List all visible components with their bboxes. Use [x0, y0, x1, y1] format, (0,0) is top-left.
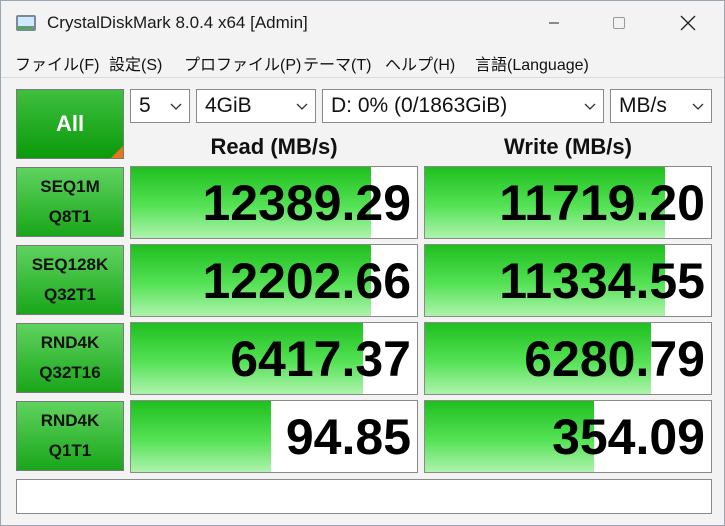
menu-settings[interactable]: 設定(S): [109, 51, 162, 75]
close-icon: [680, 15, 696, 31]
menu-theme[interactable]: テーマ(T): [303, 51, 371, 75]
write-column-header: Write (MB/s): [504, 134, 632, 159]
test-name: RND4K: [40, 411, 100, 430]
drive-value: D: 0% (0/1863GiB): [331, 94, 508, 117]
crystaldiskmark-icon: [16, 15, 36, 31]
write-value: 11719.20: [499, 174, 705, 231]
read-value: 12389.29: [202, 174, 411, 231]
read-result-box: 12202.66: [130, 244, 418, 317]
test-queue: Q8T1: [48, 207, 92, 226]
test-name: RND4K: [40, 333, 100, 352]
corner-marker: [111, 146, 123, 158]
menu-profile[interactable]: プロファイル(P): [184, 51, 301, 75]
write-result-box: 11719.20: [424, 166, 712, 239]
write-result-box: 354.09: [424, 400, 712, 473]
menu-bar: ファイル(F) 設定(S) プロファイル(P) テーマ(T) ヘルプ(H) 言語…: [1, 47, 724, 77]
read-result-box: 12389.29: [130, 166, 418, 239]
test-name: SEQ128K: [31, 255, 109, 274]
read-value: 12202.66: [202, 252, 411, 309]
test-queue: Q32T16: [39, 363, 101, 382]
test-count-select[interactable]: 5: [130, 89, 190, 123]
chevron-down-icon: [170, 103, 182, 110]
test-size-select[interactable]: 4GiB: [196, 89, 316, 123]
read-value: 94.85: [285, 408, 411, 465]
test-size-value: 4GiB: [205, 94, 252, 117]
unit-select[interactable]: MB/s: [610, 89, 712, 123]
comment-field[interactable]: [16, 479, 712, 514]
test-queue: Q1T1: [48, 441, 92, 460]
chevron-down-icon: [296, 103, 308, 110]
write-value: 354.09: [552, 408, 705, 465]
close-button[interactable]: [665, 1, 711, 45]
chevron-down-icon: [692, 103, 704, 110]
read-level-bar: [131, 401, 272, 472]
maximize-icon: [613, 17, 625, 29]
test-count-value: 5: [139, 94, 151, 117]
write-result-box: 11334.55: [424, 244, 712, 317]
unit-value: MB/s: [619, 94, 667, 117]
read-result-box: 6417.37: [130, 322, 418, 395]
test-name: SEQ1M: [40, 177, 100, 196]
all-button-label: All: [55, 111, 85, 136]
test-button-rnd4k-q32t16[interactable]: RND4K Q32T16: [16, 323, 124, 393]
menu-file[interactable]: ファイル(F): [15, 51, 99, 75]
minimize-icon: [549, 22, 559, 24]
write-result-box: 6280.79: [424, 322, 712, 395]
menu-language[interactable]: 言語(Language): [475, 51, 589, 75]
test-queue: Q32T1: [44, 285, 96, 304]
test-button-seq128k-q32t1[interactable]: SEQ128K Q32T1: [16, 245, 124, 315]
all-button[interactable]: All: [16, 89, 124, 159]
read-result-box: 94.85: [130, 400, 418, 473]
write-value: 6280.79: [524, 330, 705, 387]
app-window: CrystalDiskMark 8.0.4 x64 [Admin] ファイル(F…: [0, 0, 725, 526]
window-title: CrystalDiskMark 8.0.4 x64 [Admin]: [47, 13, 308, 32]
menu-divider: [1, 77, 724, 78]
title-bar: CrystalDiskMark 8.0.4 x64 [Admin]: [1, 1, 724, 45]
menu-help[interactable]: ヘルプ(H): [385, 51, 455, 75]
write-value: 11334.55: [499, 252, 705, 309]
minimize-button[interactable]: [531, 1, 577, 45]
drive-select[interactable]: D: 0% (0/1863GiB): [322, 89, 604, 123]
read-column-header: Read (MB/s): [210, 134, 338, 159]
test-button-rnd4k-q1t1[interactable]: RND4K Q1T1: [16, 401, 124, 471]
test-button-seq1m-q8t1[interactable]: SEQ1M Q8T1: [16, 167, 124, 237]
chevron-down-icon: [584, 103, 596, 110]
read-value: 6417.37: [230, 330, 411, 387]
maximize-button[interactable]: [596, 1, 642, 45]
